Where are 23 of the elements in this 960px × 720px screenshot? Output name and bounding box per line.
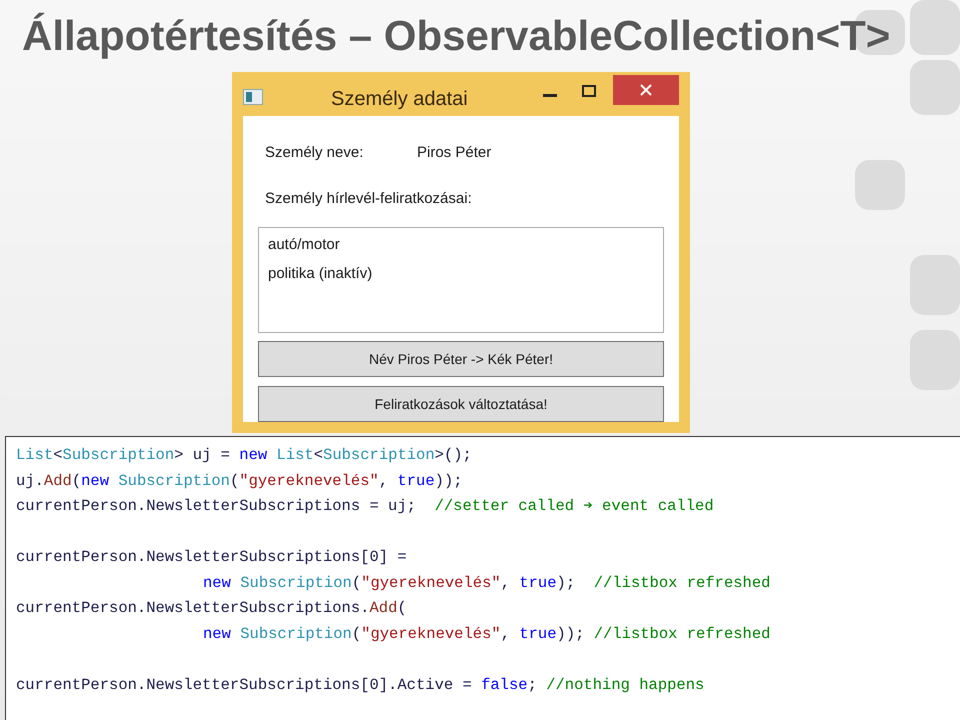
- code-line: currentPerson.NewsletterSubscriptions[0].Active = false; //nothing happens: [16, 674, 706, 696]
- name-label: Személy neve:: [265, 143, 364, 163]
- minimize-icon[interactable]: [543, 94, 557, 98]
- subscription-list[interactable]: autó/motor politika (inaktív): [258, 227, 664, 333]
- code-line: currentPerson.NewsletterSubscriptions = uj; //setter called ➔ event called: [16, 496, 715, 517]
- close-button[interactable]: [613, 75, 679, 105]
- list-label: Személy hírlevél-feliratkozásai:: [264, 188, 473, 208]
- maximize-icon[interactable]: [582, 85, 596, 97]
- app-icon: [243, 89, 263, 105]
- code-line: List<Subscription> uj = new List<Subscription>();: [16, 445, 473, 466]
- close-icon: [640, 84, 652, 96]
- window-title: Személy adatai: [331, 87, 468, 112]
- slide-title: Állapotértesítés – ObservableCollection<T>: [22, 15, 890, 57]
- code-line: currentPerson.NewsletterSubscriptions.Add(: [16, 598, 408, 619]
- code-line: new Subscription("gyereknevelés", true)); //listbox refreshed: [202, 624, 772, 644]
- action-button[interactable]: Feliratkozások változtatása!: [258, 386, 664, 422]
- code-line: uj.Add(new Subscription("gyereknevelés", true));: [16, 470, 464, 492]
- code-line: currentPerson.NewsletterSubscriptions[0] =: [16, 547, 408, 568]
- list-item[interactable]: autó/motor: [268, 233, 663, 262]
- code-line: new Subscription("gyereknevelés", true); //listbox refreshed: [202, 572, 772, 594]
- name-value: Piros Péter: [417, 143, 492, 163]
- list-item[interactable]: politika (inaktív): [268, 262, 663, 291]
- action-button[interactable]: Név Piros Péter -> Kék Péter!: [258, 341, 664, 377]
